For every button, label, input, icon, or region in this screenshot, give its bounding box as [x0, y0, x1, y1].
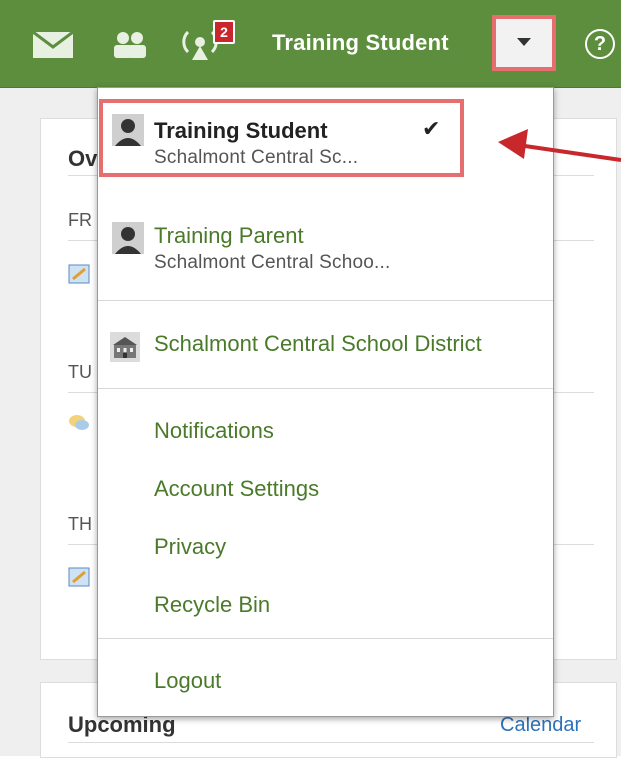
divider	[68, 742, 594, 743]
notifications-link[interactable]: Notifications	[154, 418, 274, 444]
user-avatar-icon	[112, 222, 144, 254]
menu-divider	[98, 388, 553, 389]
assignment-icon[interactable]	[68, 566, 90, 588]
help-icon[interactable]: ?	[585, 29, 615, 59]
mail-icon[interactable]	[32, 30, 74, 60]
logout-link[interactable]: Logout	[154, 668, 221, 694]
current-user-name: Training Student	[272, 30, 449, 55]
parent-account-school: Schalmont Central Schoo...	[154, 252, 391, 273]
top-navigation-bar: 2 Training Student ?	[0, 0, 621, 88]
current-account-school: Schalmont Central Sc...	[154, 147, 359, 168]
calendar-link[interactable]: Calendar	[500, 714, 581, 737]
caret-down-icon	[517, 34, 531, 52]
assignment-icon[interactable]	[68, 263, 90, 285]
day-label-fri: FR	[68, 210, 92, 230]
menu-divider	[98, 300, 553, 301]
annotation-arrow	[498, 129, 621, 162]
checkmark-icon: ✔	[422, 116, 441, 141]
menu-divider	[98, 638, 553, 639]
switch-account-parent[interactable]: Training Parent	[154, 223, 304, 249]
user-avatar-icon	[112, 114, 144, 146]
discussion-icon[interactable]	[68, 412, 90, 434]
privacy-link[interactable]: Privacy	[154, 534, 226, 560]
notification-count-badge[interactable]: 2	[213, 20, 235, 44]
current-account-name: Training Student	[154, 118, 328, 143]
people-icon[interactable]	[110, 30, 150, 60]
district-link[interactable]: Schalmont Central School District	[154, 331, 482, 357]
school-building-icon	[110, 332, 140, 362]
account-menu-toggle-button[interactable]	[492, 15, 556, 71]
account-settings-link[interactable]: Account Settings	[154, 476, 319, 502]
day-label-tue: TU	[68, 362, 92, 382]
day-label-thu: TH	[68, 514, 92, 534]
overview-title: Ov	[68, 146, 98, 171]
recycle-bin-link[interactable]: Recycle Bin	[154, 592, 270, 618]
